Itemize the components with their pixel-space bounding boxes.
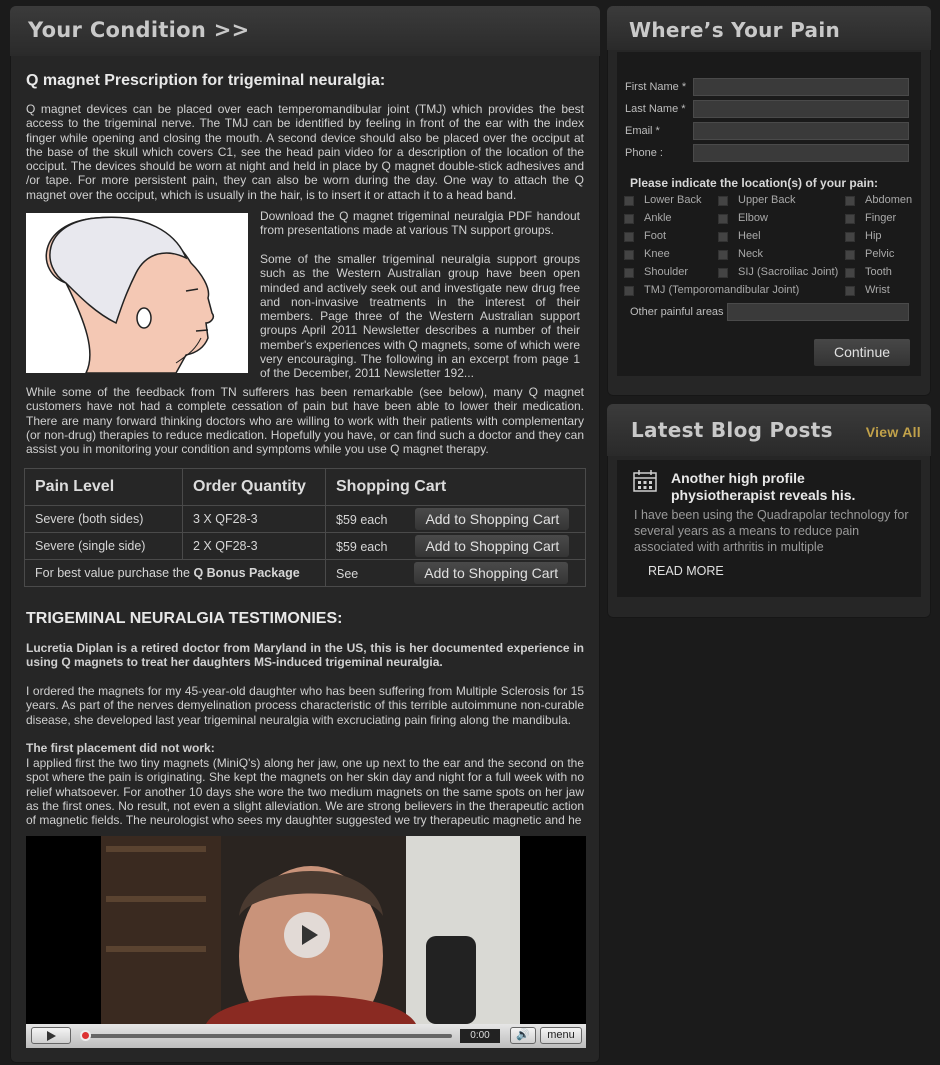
read-more-link[interactable]: READ MORE xyxy=(648,564,724,578)
table-header-row: Pain Level Order Quantity Shopping Cart xyxy=(24,468,586,506)
view-all-link[interactable]: View All xyxy=(866,424,921,440)
condition-header[interactable]: Your Condition >> xyxy=(10,6,600,56)
first-name-input[interactable] xyxy=(693,78,909,96)
email-input[interactable] xyxy=(693,122,909,140)
checkbox-shoulder[interactable]: Shoulder xyxy=(624,266,688,278)
checkbox-foot[interactable]: Foot xyxy=(624,230,666,242)
video-controls: 0:00 🔊 menu xyxy=(26,1024,586,1048)
locations-label: Please indicate the location(s) of your … xyxy=(630,176,879,190)
pain-form: First Name * Last Name * Email * Phone :… xyxy=(617,52,921,376)
testimony-intro: Lucretia Diplan is a retired doctor from… xyxy=(26,641,584,670)
col-order-quantity: Order Quantity xyxy=(182,468,326,506)
checkbox-pelvic[interactable]: Pelvic xyxy=(845,248,894,260)
add-to-cart-button[interactable]: Add to Shopping Cart xyxy=(415,508,570,530)
blog-header: Latest Blog Posts View All xyxy=(607,404,931,456)
checkbox-lower-back[interactable]: Lower Back xyxy=(624,194,701,206)
other-areas-input[interactable] xyxy=(727,303,909,321)
checkbox-neck[interactable]: Neck xyxy=(718,248,763,260)
pain-level-cell: Severe (single side) xyxy=(24,532,183,560)
cart-cell: See Add to Shopping Cart xyxy=(325,559,586,587)
checkbox-knee[interactable]: Knee xyxy=(624,248,670,260)
testimony-paragraph-2: I applied first the two tiny magnets (Mi… xyxy=(26,756,584,828)
video-time: 0:00 xyxy=(460,1029,500,1043)
blog-post-excerpt: I have been using the Quadrapolar techno… xyxy=(634,508,909,554)
condition-panel: Your Condition >> Q magnet Prescription … xyxy=(10,6,600,1063)
play-button[interactable] xyxy=(284,912,330,958)
cart-cell: $59 each Add to Shopping Cart xyxy=(325,532,586,560)
last-name-input[interactable] xyxy=(693,100,909,118)
quantity-cell: 3 X QF28-3 xyxy=(182,505,326,533)
feedback-paragraph: While some of the feedback from TN suffe… xyxy=(26,385,584,457)
pricing-table: Pain Level Order Quantity Shopping Cart … xyxy=(24,468,586,587)
add-to-cart-button[interactable]: Add to Shopping Cart xyxy=(415,535,570,557)
continue-button[interactable]: Continue xyxy=(814,339,910,366)
download-paragraph: Download the Q magnet trigeminal neuralg… xyxy=(260,209,580,238)
checkbox-tmj[interactable]: TMJ (Temporomandibular Joint) xyxy=(624,284,799,296)
cart-cell: $59 each Add to Shopping Cart xyxy=(325,505,586,533)
col-pain-level: Pain Level xyxy=(24,468,183,506)
video-progress-track[interactable] xyxy=(80,1034,452,1038)
price: $59 each xyxy=(336,513,388,527)
email-label: Email * xyxy=(625,125,660,137)
last-name-label: Last Name * xyxy=(625,103,686,115)
support-paragraph: Some of the smaller trigeminal neuralgia… xyxy=(260,252,580,381)
video-menu-button[interactable]: menu xyxy=(540,1027,582,1044)
intro-paragraph: Q magnet devices can be placed over each… xyxy=(26,102,584,202)
phone-label: Phone : xyxy=(625,147,663,159)
testimony-paragraph-1: I ordered the magnets for my 45-year-old… xyxy=(26,684,584,727)
pain-form-title: Where’s Your Pain xyxy=(607,6,931,50)
see-label: See xyxy=(336,567,359,581)
volume-button[interactable]: 🔊 xyxy=(510,1027,536,1044)
calendar-icon xyxy=(633,470,657,492)
table-row: For best value purchase the Q Bonus Pack… xyxy=(24,559,586,587)
other-areas-label: Other painful areas xyxy=(630,306,724,318)
checkbox-heel[interactable]: Heel xyxy=(718,230,761,242)
testimony-subheading: The first placement did not work: xyxy=(26,741,215,755)
checkbox-elbow[interactable]: Elbow xyxy=(718,212,768,224)
prescription-heading: Q magnet Prescription for trigeminal neu… xyxy=(26,72,386,89)
checkbox-tooth[interactable]: Tooth xyxy=(845,266,892,278)
bonus-prefix: For best value purchase the xyxy=(35,566,194,580)
blog-post-title[interactable]: Another high profile physiotherapist rev… xyxy=(671,470,901,504)
first-name-label: First Name * xyxy=(625,81,687,93)
blog-panel: Latest Blog Posts View All Another high … xyxy=(607,404,931,618)
blog-post: Another high profile physiotherapist rev… xyxy=(617,460,921,597)
checkbox-hip[interactable]: Hip xyxy=(845,230,882,242)
head-illustration xyxy=(26,213,248,373)
checkbox-ankle[interactable]: Ankle xyxy=(624,212,672,224)
play-icon xyxy=(302,925,318,945)
video-play-button[interactable] xyxy=(31,1027,71,1044)
bonus-package-label: Q Bonus Package xyxy=(193,566,300,580)
checkbox-sij[interactable]: SIJ (Sacroiliac Joint) xyxy=(718,266,838,278)
table-row: Severe (both sides) 3 X QF28-3 $59 each A… xyxy=(24,505,586,533)
table-row: Severe (single side) 2 X QF28-3 $59 each… xyxy=(24,532,586,560)
add-to-cart-button[interactable]: Add to Shopping Cart xyxy=(414,562,569,584)
checkbox-upper-back[interactable]: Upper Back xyxy=(718,194,795,206)
pain-form-panel: Where’s Your Pain First Name * Last Name… xyxy=(607,6,931,396)
download-link[interactable]: Download the Q magnet trigeminal neuralg… xyxy=(260,209,580,237)
checkbox-wrist[interactable]: Wrist xyxy=(845,284,890,296)
checkbox-abdomen[interactable]: Abdomen xyxy=(845,194,912,206)
progress-handle[interactable] xyxy=(80,1030,91,1041)
testimonies-heading: TRIGEMINAL NEURALGIA TESTIMONIES: xyxy=(26,610,343,627)
price: $59 each xyxy=(336,540,388,554)
volume-icon: 🔊 xyxy=(516,1029,530,1041)
checkbox-finger[interactable]: Finger xyxy=(845,212,896,224)
quantity-cell: 2 X QF28-3 xyxy=(182,532,326,560)
blog-title: Latest Blog Posts xyxy=(631,418,833,442)
video-player[interactable]: 0:00 🔊 menu xyxy=(26,836,586,1048)
pain-level-cell: Severe (both sides) xyxy=(24,505,183,533)
col-shopping-cart: Shopping Cart xyxy=(325,468,586,506)
phone-input[interactable] xyxy=(693,144,909,162)
pain-level-cell: For best value purchase the Q Bonus Pack… xyxy=(24,559,326,587)
play-icon xyxy=(47,1031,56,1041)
